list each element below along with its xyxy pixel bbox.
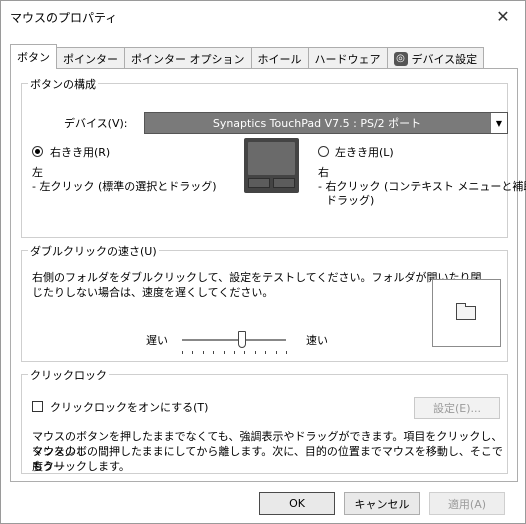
button-label: 適用(A) <box>447 497 487 511</box>
group-title: クリックロック <box>28 367 109 383</box>
synaptics-icon: ◎ <box>393 51 408 66</box>
tab-pointers[interactable]: ポインター <box>56 47 125 69</box>
slider-tick <box>192 351 193 354</box>
tab-pointer-options[interactable]: ポインター オプション <box>124 47 252 69</box>
touchpad-icon <box>244 138 299 193</box>
test-folder-area[interactable] <box>432 279 501 347</box>
fast-label: 速い <box>306 334 328 347</box>
slider-tick <box>182 351 183 354</box>
tab-label: ポインター オプション <box>131 52 245 66</box>
close-icon: ✕ <box>496 6 510 26</box>
tab-label: ホイール <box>257 52 302 66</box>
slow-label: 遅い <box>146 334 168 347</box>
double-click-group: ダブルクリックの速さ(U) 右側のフォルダをダブルクリックして、設定をテストして… <box>21 243 508 362</box>
click-lock-group: クリックロック クリックロックをオンにする(T) 設定(E)... マウスのボタ… <box>21 367 508 474</box>
slider-tick <box>213 351 214 354</box>
button-label: キャンセル <box>354 497 410 511</box>
tab-label: ポインター <box>63 52 118 66</box>
device-label: デバイス(V): <box>64 117 128 130</box>
group-title: ボタンの構成 <box>28 76 98 92</box>
right-hand-label[interactable]: 右きき用(R) <box>50 144 110 160</box>
slider-tick <box>286 351 287 354</box>
click-lock-description-end: 度クリックします。 <box>32 460 130 473</box>
device-select[interactable]: Synaptics TouchPad V7.5 : PS/2 ポート ▼ <box>144 112 508 134</box>
folder-icon[interactable] <box>456 303 476 320</box>
right-hand-radio[interactable] <box>32 146 43 157</box>
group-title: ダブルクリックの速さ(U) <box>28 243 159 259</box>
mouse-properties-window: マウスのプロパティ ✕ ボタン ポインター ポインター オプション ホイール ハ… <box>0 0 526 524</box>
button-label: OK <box>289 497 305 510</box>
button-config-group: ボタンの構成 デバイス(V): Synaptics TouchPad V7.5 … <box>21 76 526 238</box>
left-hand-radio[interactable] <box>318 146 329 157</box>
tab-label: ボタン <box>17 51 50 64</box>
left-hand-label[interactable]: 左きき用(L) <box>335 144 394 160</box>
speed-slider-thumb[interactable] <box>238 331 246 348</box>
cancel-button[interactable]: キャンセル <box>344 492 420 515</box>
tab-wheel[interactable]: ホイール <box>250 47 309 69</box>
click-lock-checkbox[interactable] <box>32 401 43 412</box>
slider-tick <box>224 351 225 354</box>
slider-tick <box>234 351 235 354</box>
slider-tick <box>276 351 277 354</box>
slider-tick <box>265 351 266 354</box>
tab-label: ハードウェア <box>314 52 381 66</box>
speed-slider-track[interactable] <box>182 339 286 341</box>
close-button[interactable]: ✕ <box>481 1 525 31</box>
ok-button[interactable]: OK <box>259 492 335 515</box>
tab-buttons[interactable]: ボタン <box>10 44 57 69</box>
chevron-down-icon[interactable]: ▼ <box>490 113 507 133</box>
primary-button-description: - 左クリック (標準の選択とドラッグ) <box>32 180 217 193</box>
tab-device-settings[interactable]: ◎ デバイス設定 <box>386 47 485 69</box>
secondary-button-description-cont: ドラッグ) <box>326 194 375 207</box>
tab-label: デバイス設定 <box>411 52 478 66</box>
title-bar: マウスのプロパティ ✕ <box>1 1 525 31</box>
slider-tick <box>255 351 256 354</box>
slider-tick <box>203 351 204 354</box>
double-click-instruction: 右側のフォルダをダブルクリックして、設定をテストしてください。フォルダが開いたり… <box>32 271 482 284</box>
tab-panel: ボタンの構成 デバイス(V): Synaptics TouchPad V7.5 … <box>10 68 526 482</box>
slider-tick <box>244 351 245 354</box>
button-label: 設定(E)... <box>432 402 482 415</box>
apply-button[interactable]: 適用(A) <box>429 492 505 515</box>
device-value: Synaptics TouchPad V7.5 : PS/2 ポート <box>212 117 422 130</box>
click-lock-label[interactable]: クリックロックをオンにする(T) <box>50 399 208 415</box>
window-title: マウスのプロパティ <box>10 11 118 25</box>
click-lock-settings-button[interactable]: 設定(E)... <box>414 397 500 419</box>
tab-hardware[interactable]: ハードウェア <box>307 47 388 69</box>
double-click-instruction-cont: じたりしない場合は、速度を遅くしてください。 <box>32 286 274 299</box>
tab-strip: ボタン ポインター ポインター オプション ホイール ハードウェア ◎ デバイス設… <box>10 44 485 69</box>
